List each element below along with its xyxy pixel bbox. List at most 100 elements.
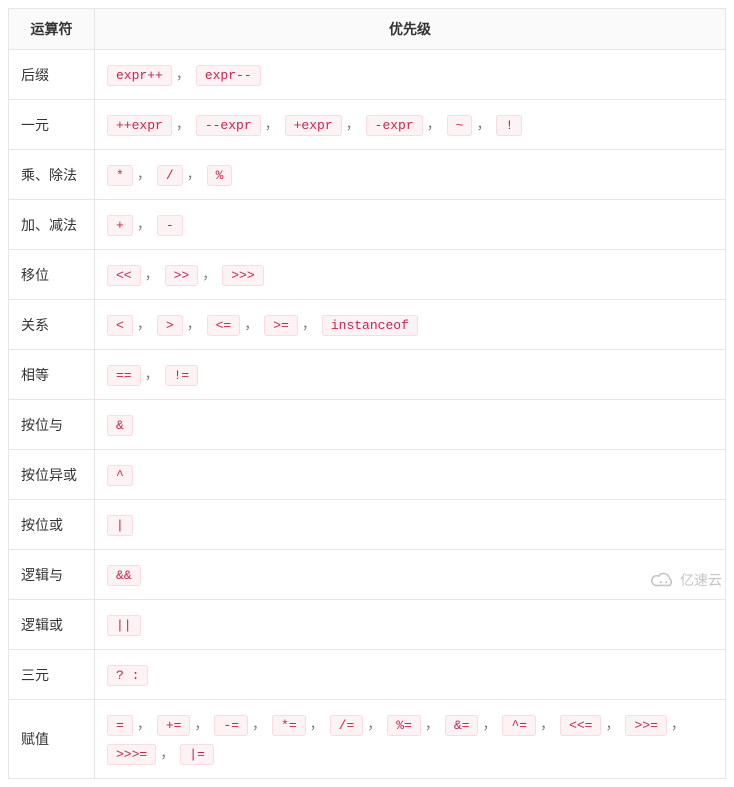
table-row: 赋值=，+=，-=，*=，/=，%=，&=，^=，<<=，>>=，>>>=，|= [9,700,726,779]
operator-code: != [165,365,199,386]
operator-code: |= [180,744,214,765]
operator-code: | [107,515,133,536]
operator-code: = [107,715,133,736]
operator-code: ^ [107,465,133,486]
table-row: 相等 ==， != [9,350,726,400]
operator-separator: ， [202,266,216,282]
row-category: 移位 [9,250,95,300]
operator-code: >> [165,265,199,286]
row-operators: ++expr，--expr，+expr，-expr，~，! [95,100,726,150]
row-category: 关系 [9,300,95,350]
operator-separator: ， [671,716,685,732]
operator-code: ++expr [107,115,172,136]
row-operators: | [95,500,726,550]
operator-separator: ， [137,316,151,332]
operator-separator: ， [310,716,324,732]
row-operators: <，>，<=，>=，instanceof [95,300,726,350]
operator-separator: ， [265,116,279,132]
table-row: 逻辑与 && [9,550,726,600]
operator-separator: ， [176,116,190,132]
table-header-row: 运算符 优先级 [9,9,726,50]
operator-code: >= [264,315,298,336]
table-row: 三元? : [9,650,726,700]
header-category: 运算符 [9,9,95,50]
operator-separator: ， [145,366,159,382]
operator-code: <= [207,315,241,336]
operator-separator: ， [425,716,439,732]
operator-separator: ， [252,716,266,732]
operator-code: --expr [196,115,261,136]
operator-separator: ， [160,745,174,761]
operator-code: && [107,565,141,586]
operator-code: & [107,415,133,436]
operator-code: ~ [447,115,473,136]
operator-code: - [157,215,183,236]
operator-code: ? : [107,665,148,686]
row-category: 按位与 [9,400,95,450]
table-row: 加、减法+，- [9,200,726,250]
row-operators: & [95,400,726,450]
operator-separator: ， [244,316,258,332]
operator-separator: ， [187,166,201,182]
operator-separator: ， [145,266,159,282]
table-row: 移位<<，>>，>>> [9,250,726,300]
table-row: 按位或 | [9,500,726,550]
row-category: 一元 [9,100,95,150]
operator-code: &= [445,715,479,736]
operator-code: > [157,315,183,336]
operator-separator: ， [540,716,554,732]
operator-separator: ， [194,716,208,732]
row-operators: expr++，expr-- [95,50,726,100]
operator-separator: ， [137,716,151,732]
table-row: 按位异或 ^ [9,450,726,500]
operator-code: >>>= [107,744,156,765]
operator-code: ^= [502,715,536,736]
row-category: 按位或 [9,500,95,550]
operator-separator: ， [176,66,190,82]
row-operators: ? : [95,650,726,700]
operator-separator: ， [346,116,360,132]
row-category: 加、减法 [9,200,95,250]
operator-code: ! [496,115,522,136]
table-row: 乘、除法*，/，% [9,150,726,200]
operator-precedence-table: 运算符 优先级 后缀expr++，expr--一元++expr，--expr，+… [8,8,726,779]
table-row: 一元++expr，--expr，+expr，-expr，~，! [9,100,726,150]
row-operators: *，/，% [95,150,726,200]
row-operators: <<，>>，>>> [95,250,726,300]
operator-separator: ， [187,316,201,332]
operator-code: || [107,615,141,636]
operator-code: < [107,315,133,336]
operator-separator: ， [427,116,441,132]
header-priority: 优先级 [95,9,726,50]
operator-code: -expr [366,115,423,136]
row-category: 乘、除法 [9,150,95,200]
operator-code: >>> [222,265,263,286]
table-row: 按位与& [9,400,726,450]
operator-code: instanceof [322,315,418,336]
operator-code: += [157,715,191,736]
operator-separator: ， [137,166,151,182]
operator-code: << [107,265,141,286]
row-operators: ^ [95,450,726,500]
operator-code: expr++ [107,65,172,86]
operator-separator: ， [367,716,381,732]
operator-separator: ， [302,316,316,332]
row-operators: =，+=，-=，*=，/=，%=，&=，^=，<<=，>>=，>>>=，|= [95,700,726,779]
operator-separator: ， [476,116,490,132]
operator-code: +expr [285,115,342,136]
operator-code: /= [330,715,364,736]
table-row: 后缀expr++，expr-- [9,50,726,100]
row-operators: || [95,600,726,650]
operator-code: == [107,365,141,386]
row-operators: ==， != [95,350,726,400]
row-category: 逻辑或 [9,600,95,650]
row-operators: && [95,550,726,600]
row-category: 逻辑与 [9,550,95,600]
operator-code: %= [387,715,421,736]
row-category: 相等 [9,350,95,400]
row-category: 后缀 [9,50,95,100]
row-operators: +，- [95,200,726,250]
row-category: 按位异或 [9,450,95,500]
operator-code: + [107,215,133,236]
operator-code: >>= [625,715,666,736]
